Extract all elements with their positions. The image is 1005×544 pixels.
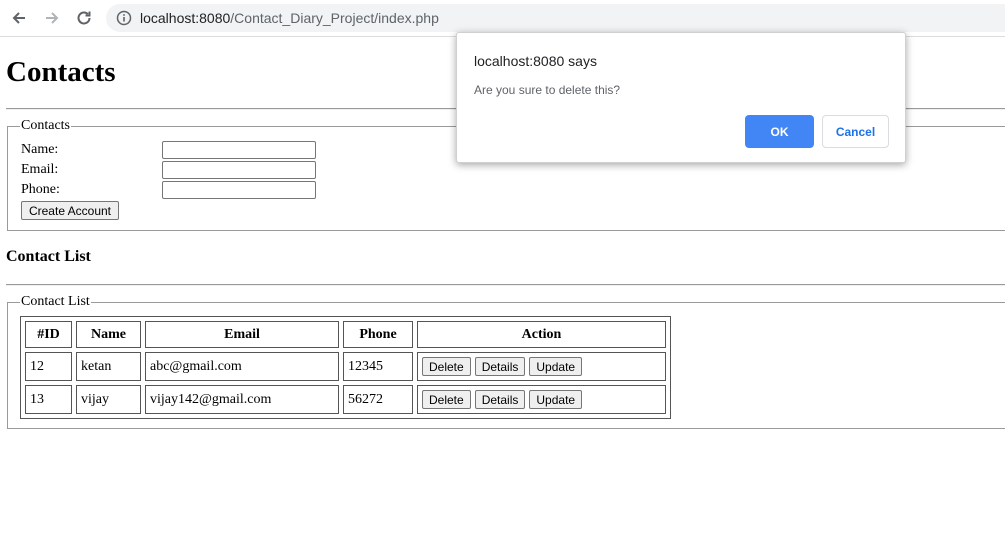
header-id: #ID (25, 321, 72, 348)
contact-list-heading: Contact List (6, 248, 91, 265)
cell-email: abc@gmail.com (145, 352, 339, 381)
contact-list-legend: Contact List (21, 294, 90, 309)
cancel-button[interactable]: Cancel (822, 115, 889, 148)
header-action: Action (417, 321, 666, 348)
header-email: Email (145, 321, 339, 348)
ok-button[interactable]: OK (745, 115, 814, 148)
divider (6, 284, 1005, 286)
table-row: 13 vijay vijay142@gmail.com 56272 Delete… (25, 385, 666, 414)
email-input[interactable] (162, 161, 316, 179)
reload-icon (77, 11, 91, 25)
cell-actions: Delete Details Update (417, 385, 666, 414)
update-button[interactable]: Update (529, 390, 583, 409)
details-button[interactable]: Details (474, 390, 526, 409)
contacts-table: #ID Name Email Phone Action 12 ketan abc… (20, 316, 671, 419)
cell-phone: 56272 (343, 385, 413, 414)
email-label: Email: (21, 162, 59, 177)
dialog-title: localhost:8080 says (474, 53, 597, 69)
url-host: localhost:8080 (140, 10, 231, 26)
address-bar[interactable]: localhost:8080/Contact_Diary_Project/ind… (106, 4, 1005, 32)
details-button[interactable]: Details (474, 357, 526, 376)
dialog-message: Are you sure to delete this? (474, 83, 621, 97)
forward-button[interactable] (41, 7, 63, 29)
name-label: Name: (21, 142, 59, 157)
cell-id: 12 (25, 352, 72, 381)
url-text: localhost:8080/Contact_Diary_Project/ind… (140, 10, 439, 26)
contact-form-legend: Contacts (21, 118, 70, 133)
phone-label: Phone: (21, 182, 60, 197)
confirm-dialog: localhost:8080 says Are you sure to dele… (456, 32, 906, 163)
forward-arrow-icon (46, 12, 59, 24)
delete-button[interactable]: Delete (422, 390, 471, 409)
header-phone: Phone (343, 321, 413, 348)
cell-name: vijay (76, 385, 141, 414)
reload-button[interactable] (73, 7, 95, 29)
create-account-button[interactable]: Create Account (21, 201, 119, 220)
cell-phone: 12345 (343, 352, 413, 381)
info-icon[interactable] (116, 10, 132, 26)
back-button[interactable] (8, 7, 30, 29)
name-input[interactable] (162, 141, 316, 159)
phone-input[interactable] (162, 181, 316, 199)
cell-email: vijay142@gmail.com (145, 385, 339, 414)
update-button[interactable]: Update (529, 357, 583, 376)
delete-button[interactable]: Delete (422, 357, 471, 376)
cell-id: 13 (25, 385, 72, 414)
back-arrow-icon (12, 12, 25, 24)
table-row: 12 ketan abc@gmail.com 12345 Delete Deta… (25, 352, 666, 381)
page-title: Contacts (6, 56, 116, 88)
url-path: /Contact_Diary_Project/index.php (230, 10, 439, 26)
header-name: Name (76, 321, 141, 348)
cell-name: ketan (76, 352, 141, 381)
table-header-row: #ID Name Email Phone Action (25, 321, 666, 348)
cell-actions: Delete Details Update (417, 352, 666, 381)
